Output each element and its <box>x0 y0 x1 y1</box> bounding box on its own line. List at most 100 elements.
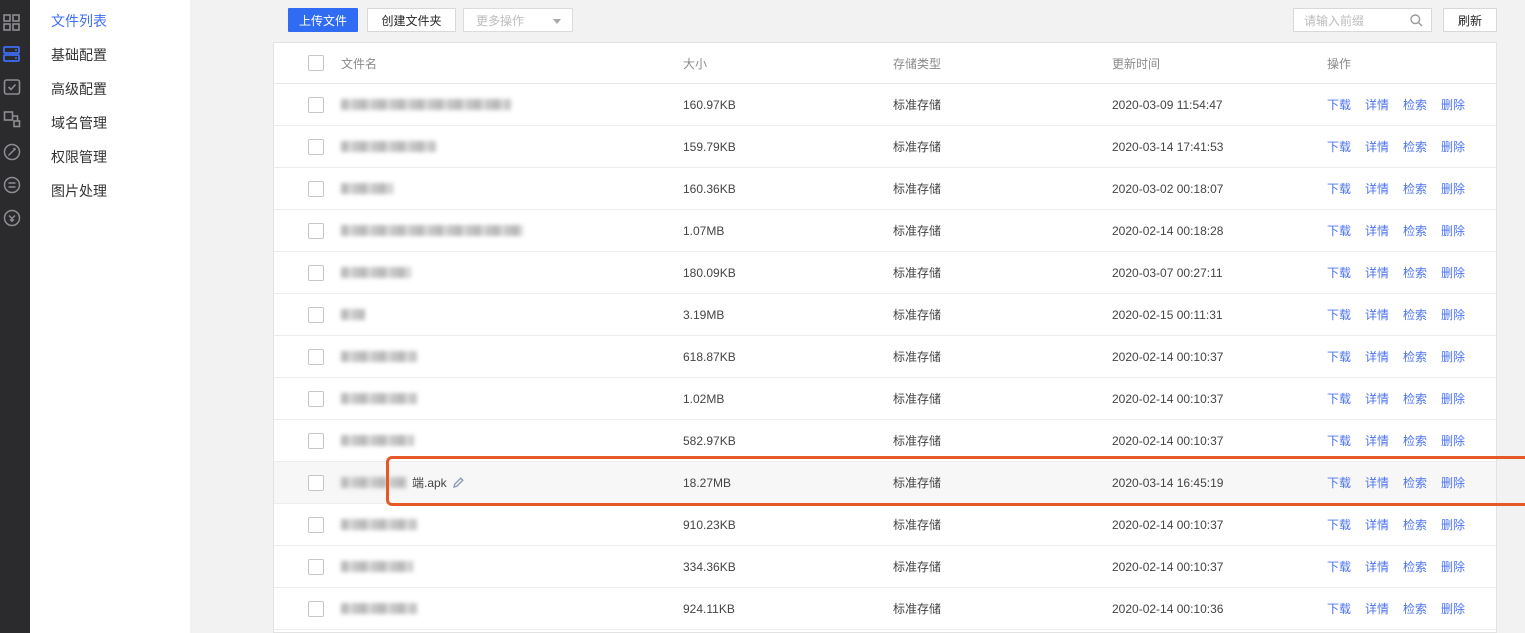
row-checkbox[interactable] <box>308 349 324 365</box>
blurred-filename <box>341 183 393 194</box>
retrieve-link[interactable]: 检索 <box>1403 306 1427 323</box>
table-row: 159.79KB 标准存储 2020-03-14 17:41:53 下载 详情 … <box>274 126 1496 168</box>
download-link[interactable]: 下载 <box>1327 264 1351 281</box>
row-checkbox[interactable] <box>308 181 324 197</box>
network-share-icon[interactable] <box>2 109 22 129</box>
storage-type-cell: 标准存储 <box>893 420 941 461</box>
row-checkbox[interactable] <box>308 307 324 323</box>
detail-link[interactable]: 详情 <box>1365 264 1389 281</box>
download-link[interactable]: 下载 <box>1327 348 1351 365</box>
delete-link[interactable]: 删除 <box>1441 432 1465 449</box>
sidebar-item-permission-mgmt[interactable]: 权限管理 <box>30 140 190 174</box>
delete-link[interactable]: 删除 <box>1441 558 1465 575</box>
update-time-cell: 2020-02-14 00:10:36 <box>1112 588 1223 629</box>
detail-link[interactable]: 详情 <box>1365 138 1389 155</box>
docs-list-circle-icon[interactable] <box>2 175 22 195</box>
retrieve-link[interactable]: 检索 <box>1403 600 1427 617</box>
refresh-button[interactable]: 刷新 <box>1443 8 1497 32</box>
delete-link[interactable]: 删除 <box>1441 264 1465 281</box>
select-all-checkbox[interactable] <box>308 55 324 71</box>
filename-cell <box>341 168 393 209</box>
retrieve-link[interactable]: 检索 <box>1403 222 1427 239</box>
retrieve-link[interactable]: 检索 <box>1403 180 1427 197</box>
delete-link[interactable]: 删除 <box>1441 222 1465 239</box>
row-checkbox[interactable] <box>308 475 324 491</box>
retrieve-link[interactable]: 检索 <box>1403 390 1427 407</box>
row-checkbox[interactable] <box>308 517 324 533</box>
retrieve-link[interactable]: 检索 <box>1403 138 1427 155</box>
download-link[interactable]: 下载 <box>1327 96 1351 113</box>
sidebar-item-domain-mgmt[interactable]: 域名管理 <box>30 106 190 140</box>
prefix-search-box <box>1293 8 1432 32</box>
download-link[interactable]: 下载 <box>1327 474 1351 491</box>
tool-wrench-icon[interactable] <box>2 142 22 162</box>
detail-link[interactable]: 详情 <box>1365 600 1389 617</box>
detail-link[interactable]: 详情 <box>1365 474 1389 491</box>
size-cell: 1.07MB <box>683 210 724 251</box>
retrieve-link[interactable]: 检索 <box>1403 474 1427 491</box>
more-actions-dropdown[interactable]: 更多操作 <box>463 8 573 32</box>
retrieve-link[interactable]: 检索 <box>1403 264 1427 281</box>
sidebar-item-advanced-config[interactable]: 高级配置 <box>30 72 190 106</box>
detail-link[interactable]: 详情 <box>1365 516 1389 533</box>
sidebar-item-file-list[interactable]: 文件列表 <box>30 4 190 38</box>
retrieve-link[interactable]: 检索 <box>1403 432 1427 449</box>
prefix-search-input[interactable] <box>1302 9 1411 33</box>
upload-file-button[interactable]: 上传文件 <box>288 8 358 32</box>
row-checkbox[interactable] <box>308 223 324 239</box>
overview-grid-icon[interactable] <box>2 12 22 32</box>
sidebar-item-image-processing[interactable]: 图片处理 <box>30 174 190 208</box>
blurred-filename <box>341 225 523 236</box>
download-link[interactable]: 下载 <box>1327 390 1351 407</box>
download-link[interactable]: 下载 <box>1327 558 1351 575</box>
download-link[interactable]: 下载 <box>1327 222 1351 239</box>
detail-link[interactable]: 详情 <box>1365 306 1389 323</box>
detail-link[interactable]: 详情 <box>1365 390 1389 407</box>
sidebar-item-basic-config[interactable]: 基础配置 <box>30 38 190 72</box>
search-icon[interactable] <box>1409 13 1424 33</box>
row-checkbox[interactable] <box>308 139 324 155</box>
create-folder-button[interactable]: 创建文件夹 <box>367 8 456 32</box>
download-link[interactable]: 下载 <box>1327 180 1351 197</box>
detail-link[interactable]: 详情 <box>1365 558 1389 575</box>
cos-bucket-icon[interactable] <box>2 44 22 64</box>
retrieve-link[interactable]: 检索 <box>1403 96 1427 113</box>
rename-pencil-icon[interactable] <box>452 476 465 489</box>
detail-link[interactable]: 详情 <box>1365 96 1389 113</box>
row-checkbox[interactable] <box>308 391 324 407</box>
row-checkbox[interactable] <box>308 97 324 113</box>
delete-link[interactable]: 删除 <box>1441 348 1465 365</box>
delete-link[interactable]: 删除 <box>1441 180 1465 197</box>
blurred-filename <box>341 519 417 530</box>
billing-coin-icon[interactable] <box>2 208 22 228</box>
table-row: 924.11KB 标准存储 2020-02-14 00:10:36 下载 详情 … <box>274 588 1496 630</box>
download-link[interactable]: 下载 <box>1327 516 1351 533</box>
approval-check-icon[interactable] <box>2 77 22 97</box>
download-link[interactable]: 下载 <box>1327 432 1351 449</box>
row-checkbox[interactable] <box>308 265 324 281</box>
chevron-down-icon <box>553 19 561 24</box>
row-checkbox[interactable] <box>308 559 324 575</box>
delete-link[interactable]: 删除 <box>1441 516 1465 533</box>
detail-link[interactable]: 详情 <box>1365 180 1389 197</box>
size-cell: 582.97KB <box>683 420 736 461</box>
delete-link[interactable]: 删除 <box>1441 96 1465 113</box>
retrieve-link[interactable]: 检索 <box>1403 516 1427 533</box>
delete-link[interactable]: 删除 <box>1441 474 1465 491</box>
download-link[interactable]: 下载 <box>1327 138 1351 155</box>
detail-link[interactable]: 详情 <box>1365 432 1389 449</box>
delete-link[interactable]: 删除 <box>1441 138 1465 155</box>
retrieve-link[interactable]: 检索 <box>1403 348 1427 365</box>
detail-link[interactable]: 详情 <box>1365 348 1389 365</box>
delete-link[interactable]: 删除 <box>1441 390 1465 407</box>
size-cell: 18.27MB <box>683 462 731 503</box>
update-time-cell: 2020-03-14 17:41:53 <box>1112 126 1223 167</box>
retrieve-link[interactable]: 检索 <box>1403 558 1427 575</box>
row-checkbox[interactable] <box>308 433 324 449</box>
delete-link[interactable]: 删除 <box>1441 306 1465 323</box>
detail-link[interactable]: 详情 <box>1365 222 1389 239</box>
download-link[interactable]: 下载 <box>1327 306 1351 323</box>
download-link[interactable]: 下载 <box>1327 600 1351 617</box>
delete-link[interactable]: 删除 <box>1441 600 1465 617</box>
row-checkbox[interactable] <box>308 601 324 617</box>
